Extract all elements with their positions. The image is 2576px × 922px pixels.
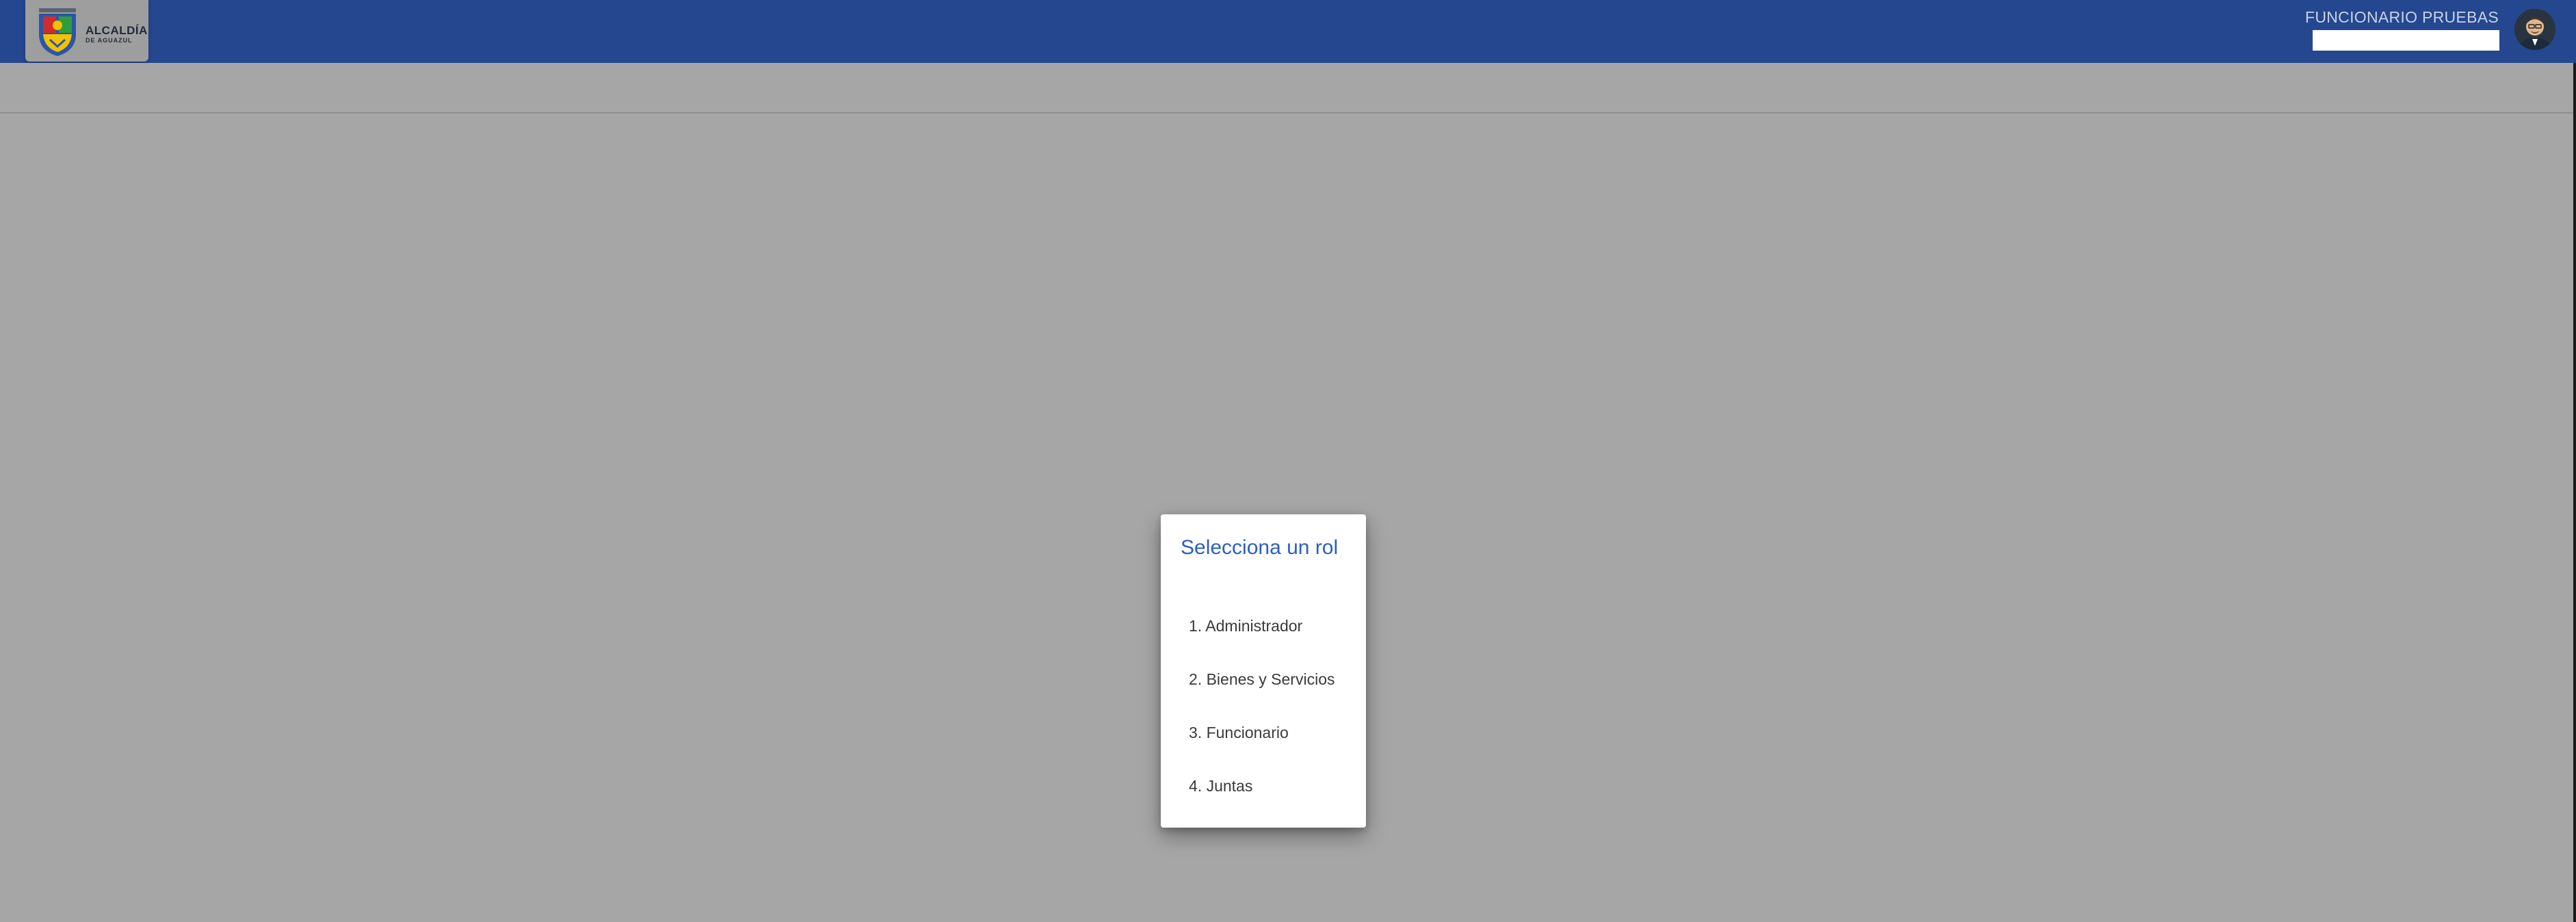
user-field[interactable] — [2313, 30, 2499, 51]
role-option-bienes-y-servicios[interactable]: 2. Bienes y Servicios — [1161, 653, 1366, 706]
user-name: FUNCIONARIO PRUEBAS — [2304, 8, 2499, 26]
role-select-dialog: Selecciona un rol 1. Administrador 2. Bi… — [1161, 514, 1366, 828]
secondary-toolbar — [0, 63, 2573, 114]
logo-main-text: ALCALDÍA — [86, 24, 148, 37]
top-navbar: ALCALDÍA DE AGUAZUL FUNCIONARIO PRUEBAS — [0, 0, 2576, 63]
role-option-juntas[interactable]: 4. Juntas — [1161, 759, 1366, 813]
dialog-title: Selecciona un rol — [1181, 536, 1339, 559]
window-edge — [2573, 63, 2576, 922]
role-option-funcionario[interactable]: 3. Funcionario — [1161, 706, 1366, 759]
logo[interactable]: ALCALDÍA DE AGUAZUL — [25, 0, 148, 62]
logo-sub-text: DE AGUAZUL — [86, 37, 133, 44]
logo-text: ALCALDÍA DE AGUAZUL — [86, 24, 148, 44]
municipal-shield-icon — [39, 8, 76, 56]
role-list: 1. Administrador 2. Bienes y Servicios 3… — [1161, 599, 1366, 813]
role-option-administrador[interactable]: 1. Administrador — [1161, 599, 1366, 653]
user-avatar-icon[interactable] — [2514, 9, 2555, 50]
